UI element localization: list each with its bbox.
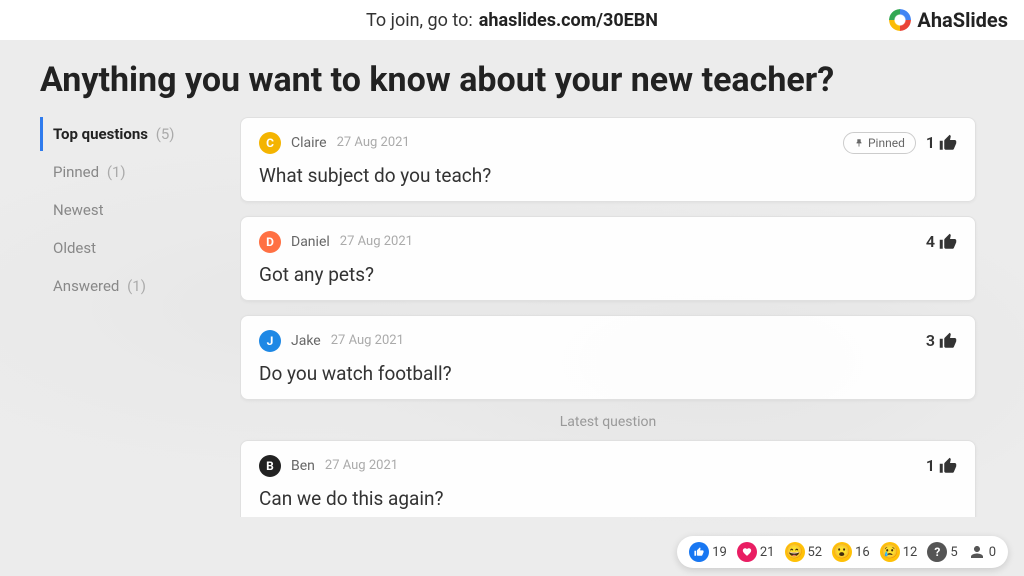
sidebar-item-label: Pinned xyxy=(53,163,99,181)
sad-icon: 😢 xyxy=(880,542,900,562)
question-date: 27 Aug 2021 xyxy=(340,234,413,249)
sidebar-item-pinned[interactable]: Pinned (1) xyxy=(40,155,220,189)
pinned-label: Pinned xyxy=(868,136,905,150)
reaction-count: 0 xyxy=(989,545,996,560)
join-instruction: To join, go to: xyxy=(366,10,473,31)
sidebar-item-newest[interactable]: Newest xyxy=(40,193,220,227)
reaction-like[interactable]: 19 xyxy=(689,542,727,562)
like-button[interactable]: 1 xyxy=(926,456,957,475)
reaction-count: 5 xyxy=(950,545,957,560)
like-count: 1 xyxy=(926,456,935,475)
filter-sidebar: Top questions (5) Pinned (1) Newest Olde… xyxy=(40,117,220,517)
like-button[interactable]: 4 xyxy=(926,232,957,251)
question-author: Claire xyxy=(291,135,327,151)
avatar: B xyxy=(259,455,281,477)
reaction-wow[interactable]: 😮 16 xyxy=(832,542,870,562)
reaction-question[interactable]: ? 5 xyxy=(927,542,957,562)
questions-list[interactable]: C Claire 27 Aug 2021 Pinned 1 What subje… xyxy=(240,117,984,517)
reaction-participants[interactable]: 0 xyxy=(968,543,996,561)
question-card[interactable]: C Claire 27 Aug 2021 Pinned 1 What subje… xyxy=(240,117,976,202)
sidebar-item-count: (1) xyxy=(107,163,126,181)
sidebar-item-oldest[interactable]: Oldest xyxy=(40,231,220,265)
like-count: 1 xyxy=(926,133,935,152)
reaction-count: 16 xyxy=(855,545,870,560)
top-bar: To join, go to: ahaslides.com/30EBN AhaS… xyxy=(0,0,1024,40)
question-text: Got any pets? xyxy=(259,263,957,286)
reaction-heart[interactable]: 21 xyxy=(737,542,775,562)
laugh-icon: 😄 xyxy=(785,542,805,562)
page-title: Anything you want to know about your new… xyxy=(0,40,1024,117)
thumb-up-icon xyxy=(939,457,957,475)
like-count: 4 xyxy=(926,232,935,251)
question-card-latest[interactable]: B Ben 27 Aug 2021 1 Can we do this again… xyxy=(240,440,976,517)
question-card[interactable]: J Jake 27 Aug 2021 3 Do you watch footba… xyxy=(240,315,976,400)
heart-icon xyxy=(737,542,757,562)
question-date: 27 Aug 2021 xyxy=(331,333,404,348)
question-icon: ? xyxy=(927,542,947,562)
reactions-bar: 19 21 😄 52 😮 16 😢 12 ? 5 0 xyxy=(677,536,1008,568)
sidebar-item-label: Oldest xyxy=(53,239,96,257)
question-text: Can we do this again? xyxy=(259,487,957,510)
like-count: 3 xyxy=(926,331,935,350)
question-card[interactable]: D Daniel 27 Aug 2021 4 Got any pets? xyxy=(240,216,976,301)
like-button[interactable]: 1 xyxy=(926,133,957,152)
sidebar-item-top-questions[interactable]: Top questions (5) xyxy=(40,117,220,151)
join-url: ahaslides.com/30EBN xyxy=(479,10,658,31)
avatar: J xyxy=(259,330,281,352)
reaction-sad[interactable]: 😢 12 xyxy=(880,542,918,562)
reaction-count: 12 xyxy=(903,545,918,560)
wow-icon: 😮 xyxy=(832,542,852,562)
person-icon xyxy=(968,543,986,561)
question-date: 27 Aug 2021 xyxy=(337,135,410,150)
sidebar-item-label: Answered xyxy=(53,277,119,295)
question-author: Ben xyxy=(291,458,315,474)
thumb-up-icon xyxy=(939,233,957,251)
sidebar-item-answered[interactable]: Answered (1) xyxy=(40,269,220,303)
thumb-up-icon xyxy=(939,134,957,152)
brand-logo-icon xyxy=(889,9,911,31)
question-text: What subject do you teach? xyxy=(259,164,957,187)
like-button[interactable]: 3 xyxy=(926,331,957,350)
reaction-laugh[interactable]: 😄 52 xyxy=(785,542,823,562)
avatar: D xyxy=(259,231,281,253)
latest-question-label: Latest question xyxy=(240,414,976,430)
like-icon xyxy=(689,542,709,562)
brand-logo: AhaSlides xyxy=(889,8,1008,32)
pin-icon xyxy=(854,138,864,148)
question-author: Daniel xyxy=(291,234,330,250)
sidebar-item-count: (5) xyxy=(156,125,175,143)
sidebar-item-label: Newest xyxy=(53,201,104,219)
brand-name: AhaSlides xyxy=(917,8,1008,32)
reaction-count: 19 xyxy=(712,545,727,560)
reaction-count: 52 xyxy=(808,545,823,560)
question-text: Do you watch football? xyxy=(259,362,957,385)
sidebar-item-count: (1) xyxy=(127,277,146,295)
reaction-count: 21 xyxy=(760,545,775,560)
question-author: Jake xyxy=(291,333,321,349)
sidebar-item-label: Top questions xyxy=(53,125,148,143)
avatar: C xyxy=(259,132,281,154)
thumb-up-icon xyxy=(939,332,957,350)
question-date: 27 Aug 2021 xyxy=(325,458,398,473)
pinned-badge: Pinned xyxy=(843,132,916,154)
